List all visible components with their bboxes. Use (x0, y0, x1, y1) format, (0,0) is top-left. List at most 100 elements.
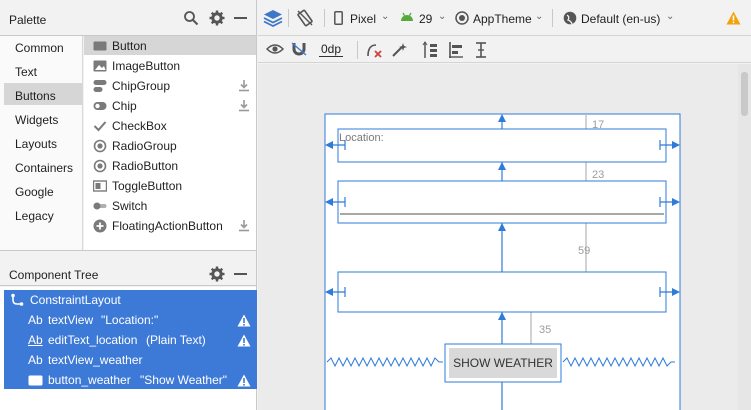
palette-item-label: Chip (112, 99, 137, 113)
category-legacy[interactable]: Legacy (15, 209, 54, 223)
minimize-icon[interactable] (234, 273, 247, 275)
vertical-scrollbar-thumb[interactable] (741, 72, 748, 116)
magnet-icon[interactable] (291, 42, 307, 56)
palette-item-togglebutton[interactable]: ToggleButton (90, 176, 256, 196)
align-icon[interactable] (448, 41, 464, 59)
palette-item-radiogroup[interactable]: RadioGroup (90, 136, 256, 156)
tree-node-label: editText_location (48, 333, 138, 347)
search-icon[interactable] (183, 10, 199, 26)
palette-item-label: RadioGroup (112, 139, 177, 153)
toolbar-separator (288, 9, 289, 27)
textview-location[interactable]: Location: (339, 132, 384, 144)
palette-item-switch[interactable]: Switch (90, 196, 256, 216)
tree-node-edittext[interactable]: Ab editText_location (Plain Text) (4, 330, 257, 350)
gear-icon[interactable] (209, 10, 225, 26)
palette-item-label: ImageButton (112, 59, 181, 73)
infer-constraints-icon[interactable] (391, 42, 407, 58)
category-layouts[interactable]: Layouts (15, 137, 57, 151)
blueprint-canvas[interactable]: 17 23 59 35 Location: SHOW WEATHER (258, 64, 738, 410)
download-icon[interactable] (238, 99, 250, 112)
palette-item-chipgroup[interactable]: ChipGroup (90, 76, 256, 96)
category-buttons[interactable]: Buttons (15, 89, 56, 103)
margin-label-59: 59 (578, 245, 590, 257)
tree-node-detail: "Show Weather" (140, 373, 228, 387)
category-common[interactable]: Common (15, 41, 64, 55)
left-panel: Palette Common Text Buttons Widgets Layo… (0, 0, 257, 410)
android-icon (400, 12, 414, 22)
orientation-icon[interactable] (296, 9, 314, 27)
tree-node-detail: "Location:" (101, 313, 159, 327)
theme-dropdown[interactable]: AppTheme (473, 12, 532, 26)
checkbox-icon (93, 119, 107, 133)
tree-node-constraintlayout[interactable]: ConstraintLayout (4, 290, 257, 310)
chip-group-icon (93, 79, 107, 93)
warning-icon[interactable] (726, 11, 741, 25)
category-widgets[interactable]: Widgets (15, 113, 58, 127)
guidelines-icon[interactable] (474, 41, 488, 59)
component-tree-header: Component Tree (0, 250, 256, 286)
palette-item-radiobutton[interactable]: RadioButton (90, 156, 256, 176)
tree-node-detail: (Plain Text) (146, 333, 206, 347)
palette-item-label: RadioButton (112, 159, 179, 173)
tree-node-button-weather[interactable]: button_weather "Show Weather" (4, 370, 257, 390)
palette-item-label: CheckBox (112, 119, 167, 133)
palette-item-label: Switch (112, 199, 148, 213)
toggle-button-icon (93, 179, 107, 193)
category-containers[interactable]: Containers (15, 161, 73, 175)
chip-icon (93, 99, 107, 113)
constraint-layout-icon (10, 293, 24, 307)
globe-icon (563, 11, 577, 25)
tree-node-label: button_weather (48, 373, 131, 387)
theme-icon (455, 11, 469, 25)
palette-item-checkbox[interactable]: CheckBox (90, 116, 256, 136)
download-icon[interactable] (238, 79, 250, 92)
warning-icon[interactable] (237, 334, 251, 347)
chevron-down-icon: ⌄ (666, 11, 675, 22)
vertical-scrollbar-track[interactable] (738, 64, 751, 410)
pack-icon[interactable] (422, 41, 438, 59)
tree-node-textview[interactable]: Ab textView "Location:" (4, 310, 257, 330)
palette-item-imagebutton[interactable]: ImageButton (90, 56, 256, 76)
eye-icon[interactable] (266, 42, 284, 56)
tree-node-label: ConstraintLayout (30, 293, 121, 307)
palette-item-label: Button (112, 39, 147, 53)
image-button-icon (93, 59, 107, 73)
download-icon[interactable] (238, 219, 250, 232)
palette-item-label: FloatingActionButton (112, 219, 223, 233)
api-level-dropdown[interactable]: 29 (419, 12, 432, 26)
radio-button-icon (93, 159, 107, 173)
toolbar-separator (552, 9, 553, 27)
textview-icon: Ab (28, 353, 43, 367)
default-margin-field[interactable]: 0dp (319, 42, 344, 57)
chevron-down-icon: ⌄ (438, 11, 447, 22)
minimize-icon[interactable] (234, 17, 247, 19)
category-google[interactable]: Google (15, 185, 54, 199)
palette-item-chip[interactable]: Chip (90, 96, 256, 116)
warning-icon[interactable] (237, 314, 251, 327)
fab-icon (93, 219, 107, 233)
locale-dropdown[interactable]: Default (en-us) (581, 12, 660, 26)
tree-node-textview-weather[interactable]: Ab textView_weather (4, 350, 257, 370)
chevron-down-icon: ⌄ (535, 11, 544, 22)
warning-icon[interactable] (237, 374, 251, 387)
palette-title: Palette (9, 13, 47, 27)
gear-icon[interactable] (209, 266, 225, 282)
tree-node-label: textView (48, 313, 94, 327)
palette-item-fab[interactable]: FloatingActionButton (90, 216, 256, 236)
device-dropdown[interactable]: Pixel (350, 12, 376, 26)
palette-header: Palette (0, 0, 256, 36)
show-weather-button-label[interactable]: SHOW WEATHER (453, 356, 553, 370)
switch-icon (93, 199, 107, 213)
button-icon (93, 39, 107, 53)
edittext-icon: Ab (28, 333, 43, 347)
button-icon (28, 375, 43, 386)
clear-constraints-icon[interactable] (366, 42, 382, 58)
chevron-down-icon: ⌄ (381, 11, 390, 22)
tree-node-label: textView_weather (48, 353, 143, 367)
device-icon (334, 11, 343, 25)
component-tree-title: Component Tree (9, 268, 99, 282)
margin-label-23: 23 (592, 169, 604, 181)
palette-item-button[interactable]: Button (90, 36, 256, 56)
design-surface-icon[interactable] (263, 9, 283, 27)
category-text[interactable]: Text (15, 65, 37, 79)
